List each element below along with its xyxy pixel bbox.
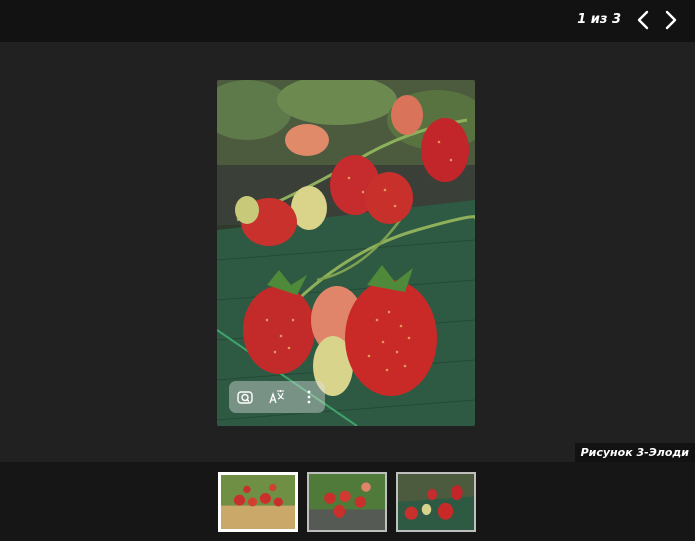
thumbnail-image — [398, 474, 474, 530]
translate-icon — [269, 390, 285, 404]
thumbnail-image — [221, 475, 295, 529]
image-caption: Рисунок 3-Элоди — [574, 443, 695, 462]
visual-search-button[interactable] — [233, 385, 257, 409]
next-image-button[interactable] — [659, 9, 681, 31]
translate-button[interactable] — [265, 385, 289, 409]
thumbnail-2[interactable] — [307, 472, 387, 532]
chevron-right-icon — [665, 10, 677, 30]
previous-image-button[interactable] — [633, 9, 655, 31]
thumbnail-strip — [0, 462, 695, 541]
image-stage: Рисунок 3-Элоди — [0, 42, 695, 462]
thumbnail-1[interactable] — [218, 472, 298, 532]
top-bar: 1 из 3 — [0, 0, 695, 42]
more-options-button[interactable] — [297, 385, 321, 409]
image-toolbar — [229, 381, 325, 413]
camera-search-icon — [237, 391, 253, 404]
chevron-left-icon — [637, 10, 649, 30]
strawberry-photo — [217, 80, 475, 426]
thumbnail-image — [309, 474, 385, 530]
main-image[interactable] — [217, 80, 475, 426]
image-counter: 1 из 3 — [577, 12, 621, 27]
thumbnail-3[interactable] — [396, 472, 476, 532]
more-vertical-icon — [307, 390, 311, 404]
